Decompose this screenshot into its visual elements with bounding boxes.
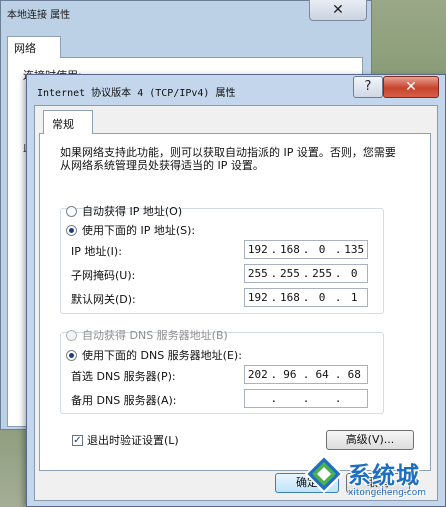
help-button[interactable]: ?	[353, 76, 383, 98]
ip-manual-radio[interactable]	[66, 224, 77, 236]
dns-auto-option[interactable]: 自动获得 DNS 服务器地址(B)	[66, 327, 228, 343]
mask-octet-2: 255	[279, 267, 300, 280]
ip-manual-option[interactable]: 使用下面的 IP 地址(S):	[66, 222, 195, 238]
validate-on-exit-option[interactable]: ✓ 退出时验证设置(L)	[72, 432, 179, 448]
validate-on-exit-checkbox[interactable]: ✓	[72, 434, 83, 446]
tab-general[interactable]: 常规	[43, 110, 93, 134]
dns-manual-option[interactable]: 使用下面的 DNS 服务器地址(E):	[66, 347, 242, 363]
alternate-dns-input[interactable]: ...	[244, 389, 368, 408]
watermark-logo-icon	[304, 454, 344, 494]
back-window-title: 本地连接 属性	[7, 10, 71, 21]
description-text: 如果网络支持此功能，则可以获取自动指派的 IP 设置。否则，您需要从网络系统管理…	[60, 146, 396, 172]
ip-octet-1: 192	[247, 243, 268, 256]
tab-network[interactable]: 网络	[7, 36, 61, 58]
watermark-text: 系统城	[348, 463, 420, 489]
mask-octet-3: 255	[312, 267, 333, 280]
default-gateway-label: 默认网关(D):	[71, 293, 136, 306]
dns-auto-radio[interactable]	[66, 329, 77, 341]
advanced-button[interactable]: 高级(V)...	[326, 430, 414, 450]
close-button[interactable]: ✕	[383, 76, 439, 98]
ip-octet-3: 0	[318, 243, 326, 256]
ip-auto-label: 自动获得 IP 地址(O)	[82, 205, 183, 218]
preferred-dns-input[interactable]: 202. 96. 64. 68	[244, 365, 368, 384]
dns1-octet-2: 96	[283, 368, 297, 381]
gw-octet-3: 0	[318, 291, 326, 304]
watermark-url: xitongcheng.com	[348, 488, 426, 498]
mask-octet-4: 0	[350, 267, 358, 280]
dialog-title: Internet 协议版本 4 (TCP/IPv4) 属性	[37, 88, 236, 99]
watermark: 系统城 xitongcheng.com	[300, 452, 446, 507]
alternate-dns-label: 备用 DNS 服务器(A):	[71, 394, 177, 407]
ip-auto-radio[interactable]	[66, 205, 77, 217]
ip-address-input[interactable]: 192. 168. 0. 135	[244, 240, 368, 259]
ip-auto-option[interactable]: 自动获得 IP 地址(O)	[66, 203, 182, 219]
ip-address-label: IP 地址(I):	[71, 245, 122, 258]
ip-manual-label: 使用下面的 IP 地址(S):	[82, 224, 196, 237]
ip-octet-4: 135	[344, 243, 365, 256]
dns-auto-label: 自动获得 DNS 服务器地址(B)	[82, 329, 228, 342]
dns-manual-radio[interactable]	[66, 349, 77, 361]
preferred-dns-label: 首选 DNS 服务器(P):	[71, 370, 176, 383]
gw-octet-1: 192	[247, 291, 268, 304]
subnet-mask-label: 子网掩码(U):	[71, 269, 136, 282]
back-window-close-button[interactable]: ✕	[309, 0, 367, 21]
mask-octet-1: 255	[247, 267, 268, 280]
dns1-octet-1: 202	[247, 368, 268, 381]
dns-manual-label: 使用下面的 DNS 服务器地址(E):	[82, 349, 242, 362]
subnet-mask-input[interactable]: 255. 255. 255. 0	[244, 264, 368, 283]
dns1-octet-3: 64	[315, 368, 329, 381]
validate-on-exit-label: 退出时验证设置(L)	[87, 434, 179, 447]
default-gateway-input[interactable]: 192. 168. 0. 1	[244, 288, 368, 307]
dns1-octet-4: 68	[347, 368, 361, 381]
gw-octet-4: 1	[350, 291, 358, 304]
gw-octet-2: 168	[279, 291, 300, 304]
ip-octet-2: 168	[279, 243, 300, 256]
